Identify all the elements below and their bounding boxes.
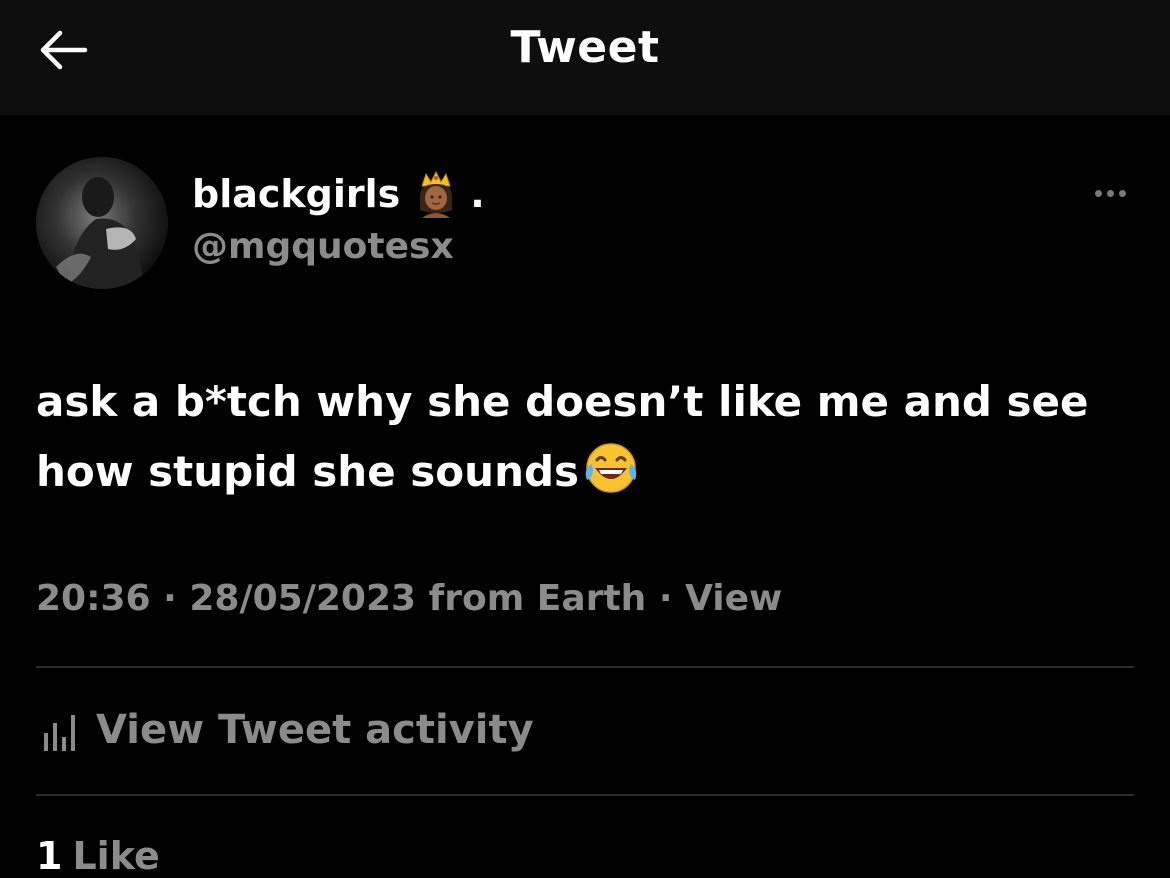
princess-emoji-icon	[420, 170, 453, 218]
dot-icon	[1106, 189, 1114, 197]
likes-number: 1	[36, 834, 63, 878]
tweet-date: 28/05/2023	[189, 578, 417, 619]
bar-chart-icon	[44, 715, 75, 751]
more-options-button[interactable]	[1085, 178, 1135, 208]
divider	[36, 666, 1134, 668]
author-name[interactable]: blackgirls .	[192, 170, 485, 218]
tweet-line-2-text: how stupid she sounds	[36, 447, 580, 496]
tweet-page: Tweet blackgirls . @mgquotesx ask a b*tc…	[0, 0, 1170, 878]
likes-label: Like	[72, 834, 160, 878]
likes-count[interactable]: 1 Like	[36, 834, 160, 878]
avatar[interactable]	[36, 157, 168, 289]
meta-separator: ·	[658, 578, 673, 619]
tweet-line-1: ask a b*tch why she doesn’t like me and …	[36, 377, 1089, 426]
dot-icon	[1094, 189, 1102, 197]
tweet-time: 20:36	[36, 578, 151, 619]
tweet-meta: 20:36 · 28/05/2023 from Earth · View	[36, 578, 782, 619]
name-suffix: .	[470, 172, 485, 216]
view-tweet-activity-button[interactable]: View Tweet activity	[36, 700, 534, 760]
tweet-source: from Earth	[428, 578, 647, 619]
author-handle[interactable]: @mgquotesx	[192, 226, 454, 267]
tweet-text: ask a b*tch why she doesn’t like me and …	[36, 367, 1146, 507]
page-title: Tweet	[510, 22, 660, 73]
divider	[36, 794, 1134, 796]
dot-icon	[1118, 189, 1126, 197]
top-bar: Tweet	[0, 0, 1170, 115]
view-link[interactable]: View	[685, 578, 782, 619]
avatar-photo	[36, 157, 168, 289]
face-with-tears-of-joy-icon	[585, 443, 637, 493]
meta-separator: ·	[163, 578, 177, 619]
author-name-text: blackgirls	[192, 172, 401, 216]
view-tweet-activity-label: View Tweet activity	[96, 707, 534, 753]
tweet-line-2: how stupid she sounds	[36, 437, 1146, 507]
